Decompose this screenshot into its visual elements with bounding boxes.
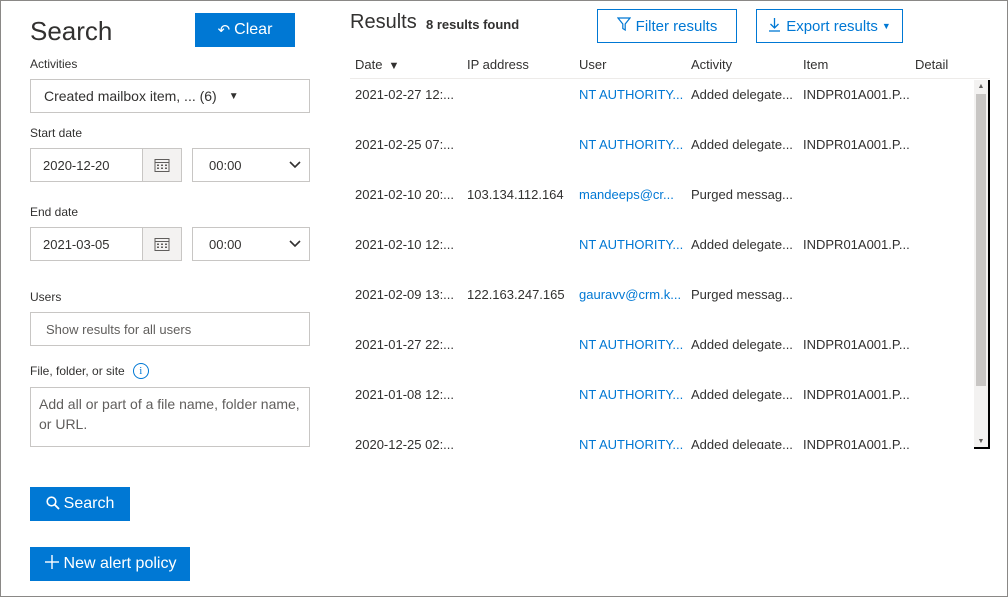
end-date-input[interactable]: 2021-03-05 [30, 227, 142, 261]
info-icon[interactable]: i [132, 363, 149, 379]
column-header-activity[interactable]: Activity [691, 57, 732, 72]
scrollbar-thumb[interactable] [976, 94, 986, 386]
file-label-row: File, folder, or site i [30, 363, 149, 379]
filter-icon [616, 17, 631, 35]
cell-activity: Added delegate... [691, 337, 793, 352]
start-date-label: Start date [30, 126, 83, 140]
table-row[interactable]: 2021-02-25 07:... NT AUTHORITY... Added … [350, 137, 970, 187]
activities-value: Created mailbox item, ... (6) [44, 88, 217, 104]
activities-dropdown[interactable]: Created mailbox item, ... (6) ▼ [30, 79, 310, 113]
cell-user-link[interactable]: mandeeps@cr... [579, 187, 685, 202]
export-results-label: Export results [786, 17, 878, 35]
users-input[interactable]: Show results for all users [30, 312, 310, 346]
cell-user-link[interactable]: NT AUTHORITY... [579, 387, 685, 402]
cell-date: 2021-02-27 12:... [355, 87, 455, 102]
table-row[interactable]: 2020-12-25 02:... NT AUTHORITY... Added … [350, 437, 970, 449]
cell-ip: 122.163.247.165 [467, 287, 565, 302]
cell-activity: Added delegate... [691, 137, 793, 152]
cell-date: 2021-02-10 12:... [355, 237, 455, 252]
cell-item: INDPR01A001.P... [803, 437, 910, 449]
scroll-down-arrow-icon[interactable]: ▼ [974, 435, 988, 447]
new-alert-policy-button[interactable]: New alert policy [30, 547, 190, 581]
start-time-select[interactable]: 00:00 [192, 148, 310, 182]
cell-date: 2021-02-25 07:... [355, 137, 455, 152]
cell-item: INDPR01A001.P... [803, 337, 910, 352]
new-alert-policy-label: New alert policy [63, 555, 177, 572]
clear-button-label: Clear [234, 21, 273, 38]
cell-user-link[interactable]: NT AUTHORITY... [579, 237, 685, 252]
end-date-calendar-button[interactable] [142, 227, 182, 261]
search-icon [46, 495, 60, 513]
cell-item: INDPR01A001.P... [803, 387, 910, 402]
column-header-date[interactable]: Date ▼ [355, 57, 399, 72]
search-title: Search [30, 16, 113, 46]
cell-activity: Purged messag... [691, 187, 793, 202]
file-label: File, folder, or site [30, 364, 125, 378]
cell-date: 2020-12-25 02:... [355, 437, 455, 449]
start-time-value: 00:00 [209, 157, 242, 173]
cell-user-link[interactable]: NT AUTHORITY... [579, 337, 685, 352]
search-button[interactable]: Search [30, 487, 130, 521]
search-button-label: Search [63, 495, 115, 512]
results-scrollbar[interactable]: ▲ ▼ [974, 80, 990, 449]
cell-ip: 103.134.112.164 [467, 187, 564, 202]
table-row[interactable]: 2021-01-08 12:... NT AUTHORITY... Added … [350, 387, 970, 437]
column-header-item[interactable]: Item [803, 57, 828, 72]
table-row[interactable]: 2021-01-27 22:... NT AUTHORITY... Added … [350, 337, 970, 387]
cell-item: INDPR01A001.P... [803, 87, 910, 102]
start-date-calendar-button[interactable] [142, 148, 182, 182]
cell-date: 2021-01-27 22:... [355, 337, 455, 352]
table-row[interactable]: 2021-02-10 20:... 103.134.112.164 mandee… [350, 187, 970, 237]
cell-user-link[interactable]: NT AUTHORITY... [579, 437, 685, 449]
filter-results-button[interactable]: Filter results [597, 9, 737, 43]
sort-descending-icon: ▼ [388, 60, 400, 72]
scroll-up-arrow-icon[interactable]: ▲ [974, 80, 988, 92]
caret-down-icon: ▼ [881, 21, 891, 31]
export-results-button[interactable]: Export results ▼ [756, 9, 903, 43]
column-header-user[interactable]: User [579, 57, 606, 72]
column-header-ip[interactable]: IP address [467, 57, 529, 72]
chevron-down-icon [289, 158, 301, 172]
cell-activity: Added delegate... [691, 237, 793, 252]
end-date-label: End date [30, 205, 79, 219]
end-time-value: 00:00 [209, 236, 242, 252]
calendar-icon [154, 159, 170, 172]
table-row[interactable]: 2021-02-10 12:... NT AUTHORITY... Added … [350, 237, 970, 287]
download-icon [768, 17, 781, 36]
column-header-date-label: Date [355, 57, 383, 72]
clear-button[interactable]: ↶ Clear [195, 13, 295, 47]
cell-user-link[interactable]: gauravv@crm.k... [579, 287, 685, 302]
table-row[interactable]: 2021-02-27 12:... NT AUTHORITY... Added … [350, 87, 970, 137]
results-table-body: 2021-02-27 12:... NT AUTHORITY... Added … [350, 80, 990, 449]
filter-results-label: Filter results [635, 17, 718, 35]
cell-activity: Added delegate... [691, 87, 793, 102]
start-date-input[interactable]: 2020-12-20 [30, 148, 142, 182]
cell-item: INDPR01A001.P... [803, 137, 910, 152]
file-folder-site-input[interactable]: Add all or part of a file name, folder n… [30, 387, 310, 447]
cell-date: 2021-02-10 20:... [355, 187, 455, 202]
cell-activity: Added delegate... [691, 387, 793, 402]
caret-down-icon: ▼ [228, 90, 239, 102]
cell-item: INDPR01A001.P... [803, 237, 910, 252]
cell-activity: Added delegate... [691, 437, 793, 449]
undo-icon: ↶ [217, 22, 231, 39]
results-table-header: Date ▼ IP address User Activity Item Deta… [350, 54, 990, 79]
table-row[interactable]: 2021-02-09 13:... 122.163.247.165 gaurav… [350, 287, 970, 337]
cell-date: 2021-02-09 13:... [355, 287, 455, 302]
end-time-select[interactable]: 00:00 [192, 227, 310, 261]
cell-user-link[interactable]: NT AUTHORITY... [579, 137, 685, 152]
activities-label: Activities [30, 57, 78, 71]
plus-icon [44, 554, 60, 574]
cell-user-link[interactable]: NT AUTHORITY... [579, 87, 685, 102]
results-count: 8 results found [426, 17, 520, 32]
calendar-icon [154, 238, 170, 251]
cell-date: 2021-01-08 12:... [355, 387, 455, 402]
results-title: Results [350, 11, 417, 33]
cell-activity: Purged messag... [691, 287, 793, 302]
users-label: Users [30, 290, 62, 304]
chevron-down-icon [289, 237, 301, 251]
column-header-detail[interactable]: Detail [915, 57, 948, 72]
